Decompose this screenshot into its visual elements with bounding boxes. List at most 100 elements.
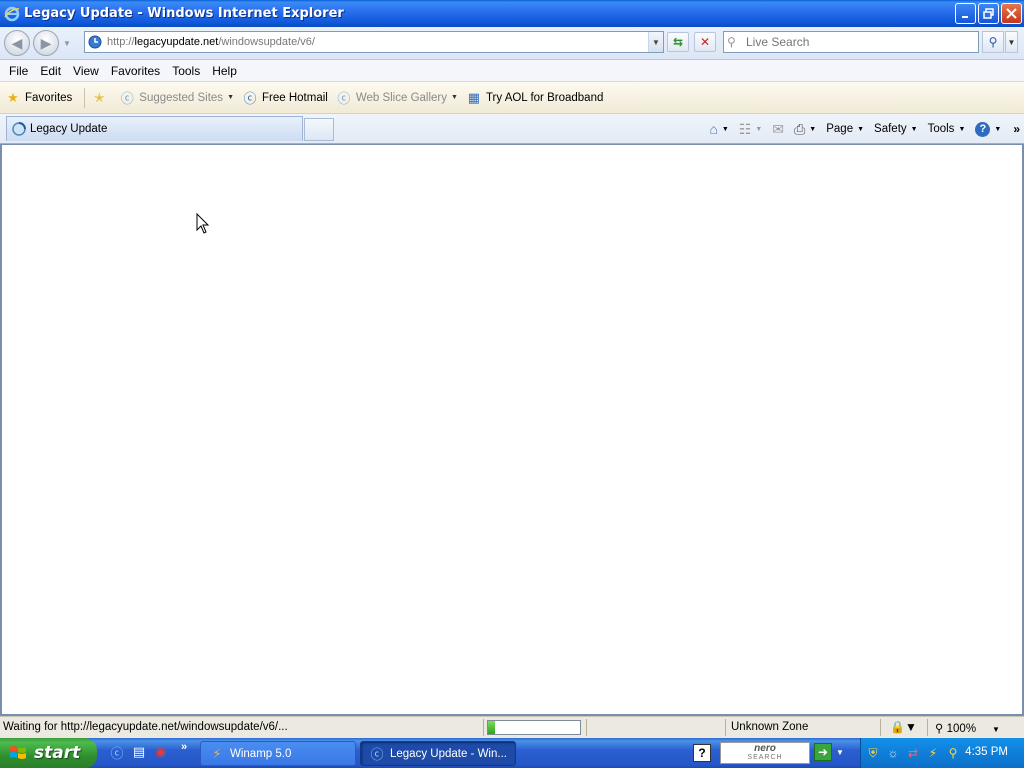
fav-item-label: Try AOL for Broadband: [485, 91, 604, 104]
chevron-down-icon: ▼: [1007, 37, 1016, 47]
menu-file[interactable]: File: [4, 64, 33, 78]
system-tray: ⛨ ☼ ⇄ ⚡ ⚲ 4:35 PM: [860, 738, 1024, 768]
fav-item-try-aol[interactable]: ▦ Try AOL for Broadband: [466, 90, 604, 106]
address-field[interactable]: http://legacyupdate.net/windowsupdate/v6…: [84, 31, 664, 53]
more-commands-chevron-icon[interactable]: »: [1013, 122, 1020, 136]
help-menu-button[interactable]: ? ▼: [975, 121, 1002, 137]
minimize-button[interactable]: [955, 3, 976, 24]
chevron-down-icon: ▼: [992, 725, 1000, 734]
window-title: Legacy Update - Windows Internet Explore…: [24, 6, 344, 21]
search-go-button[interactable]: ⚲: [982, 31, 1004, 53]
page-content[interactable]: [0, 144, 1024, 716]
page-loading-icon: [88, 35, 102, 49]
rss-feed-icon: ☷: [738, 120, 752, 137]
menu-edit[interactable]: Edit: [35, 64, 66, 78]
menu-tools[interactable]: Tools: [167, 64, 205, 78]
taskbar-button-winamp[interactable]: ⚡ Winamp 5.0: [200, 741, 356, 766]
loading-tab-icon: [12, 122, 26, 136]
show-desktop-icon[interactable]: ▤: [130, 743, 148, 761]
network-icon[interactable]: ☼: [885, 745, 901, 761]
star-icon: ★: [7, 89, 19, 105]
clock[interactable]: 4:35 PM: [965, 746, 1008, 758]
favorites-bar: ★ Favorites ✭ ⓒ Suggested Sites ▼ ⓒ Free…: [0, 82, 1024, 114]
protected-mode-icon[interactable]: 🔒▼: [890, 720, 917, 734]
title-bar[interactable]: Legacy Update - Windows Internet Explore…: [0, 0, 1024, 27]
compatibility-view-button[interactable]: ⇆: [667, 32, 689, 52]
back-button[interactable]: ◀: [4, 30, 30, 56]
history-dropdown-icon[interactable]: ▼: [63, 39, 71, 48]
chevron-down-icon: ▼: [910, 125, 918, 133]
chevron-down-icon[interactable]: ▼: [836, 748, 844, 757]
fav-item-label: Free Hotmail: [262, 91, 328, 104]
menu-view[interactable]: View: [68, 64, 104, 78]
chevron-down-icon[interactable]: ▼: [809, 126, 816, 133]
separator: [84, 87, 86, 108]
chevron-down-icon[interactable]: ▼: [722, 126, 729, 133]
address-dropdown-button[interactable]: ▼: [648, 32, 663, 52]
chevron-down-icon[interactable]: ▼: [227, 94, 234, 101]
mouse-pointer-icon: [196, 213, 210, 234]
fav-item-suggested-sites[interactable]: ⓒ Suggested Sites ▼: [119, 90, 234, 106]
winamp-tray-icon[interactable]: ⚡: [925, 745, 941, 761]
windows-flag-icon: [10, 746, 26, 759]
chevron-down-icon[interactable]: ▼: [755, 126, 762, 133]
safety-menu-button[interactable]: Safety ▼: [874, 123, 918, 135]
search-tray-icon[interactable]: ⚲: [945, 745, 961, 761]
close-button[interactable]: [1001, 3, 1022, 24]
zoom-control[interactable]: ⚲ 100% ▼: [935, 721, 1000, 735]
nero-search-box[interactable]: nero SEARCH: [720, 742, 810, 764]
app-quicklaunch-icon[interactable]: ◉: [152, 743, 170, 761]
start-button[interactable]: start: [0, 738, 97, 768]
security-shield-icon[interactable]: ⛨: [865, 745, 881, 761]
taskbar-button-ie[interactable]: ⓒ Legacy Update - Win...: [360, 741, 516, 766]
forward-arrow-icon: ▶: [40, 34, 52, 51]
restore-button[interactable]: [978, 3, 999, 24]
fav-item-label: Web Slice Gallery: [355, 91, 448, 104]
chevron-down-icon: ▼: [958, 125, 966, 133]
ie-icon: [4, 6, 20, 21]
feeds-button[interactable]: ☷ ▼: [739, 121, 763, 138]
tools-menu-label: Tools: [927, 123, 955, 135]
taskbar: start ⓒ ▤ ◉ » ⚡ Winamp 5.0 ⓒ Legacy Upda…: [0, 738, 1024, 768]
status-bar: Waiting for http://legacyupdate.net/wind…: [0, 716, 1024, 738]
tab-legacy-update[interactable]: Legacy Update: [6, 116, 303, 141]
winamp-icon: ⚡: [212, 745, 222, 761]
fav-item-web-slice-gallery[interactable]: ⓒ Web Slice Gallery ▼: [336, 90, 458, 106]
print-button[interactable]: ⎙ ▼: [794, 121, 816, 138]
close-icon: [1006, 8, 1017, 19]
connection-icon[interactable]: ⇄: [905, 745, 921, 761]
menu-help[interactable]: Help: [207, 64, 242, 78]
search-input[interactable]: [746, 35, 966, 49]
arrow-right-icon: ➜: [817, 745, 829, 759]
zoom-icon: ⚲: [935, 723, 944, 735]
page-menu-label: Page: [826, 123, 854, 135]
fav-item-free-hotmail[interactable]: ⓒ Free Hotmail: [242, 90, 328, 106]
stop-button[interactable]: ✕: [694, 32, 716, 52]
favorites-button[interactable]: ★ Favorites: [5, 90, 72, 106]
ie-quicklaunch-icon[interactable]: ⓒ: [108, 743, 126, 761]
tools-menu-button[interactable]: Tools ▼: [928, 123, 966, 135]
new-tab-button[interactable]: [304, 118, 334, 141]
divider: [880, 719, 881, 736]
page-menu-button[interactable]: Page ▼: [826, 123, 864, 135]
menu-favorites[interactable]: Favorites: [106, 64, 165, 78]
progress-fill: [488, 721, 496, 734]
ie-page-icon: ⓒ: [243, 91, 257, 106]
home-button[interactable]: ⌂ ▼: [709, 121, 728, 137]
search-options-dropdown[interactable]: ▼: [1005, 31, 1018, 53]
nero-go-button[interactable]: ➜: [814, 743, 832, 761]
tab-label: Legacy Update: [30, 123, 108, 135]
chevron-down-icon: ▼: [994, 125, 1002, 133]
read-mail-button[interactable]: ✉: [772, 121, 784, 138]
forward-button[interactable]: ▶: [33, 30, 59, 56]
address-url: http://legacyupdate.net/windowsupdate/v6…: [107, 36, 315, 48]
ie-page-icon: ⓒ: [120, 91, 134, 106]
quicklaunch-more-chevron-icon[interactable]: »: [181, 741, 187, 753]
back-arrow-icon: ◀: [11, 34, 23, 51]
add-to-favorites-bar-button[interactable]: ✭: [91, 90, 111, 106]
taskbar-button-label: Legacy Update - Win...: [390, 747, 507, 760]
chevron-down-icon[interactable]: ▼: [451, 94, 458, 101]
help-toolbar-icon[interactable]: ?: [693, 744, 711, 762]
search-box[interactable]: ⚲: [723, 31, 979, 53]
divider: [483, 719, 484, 736]
